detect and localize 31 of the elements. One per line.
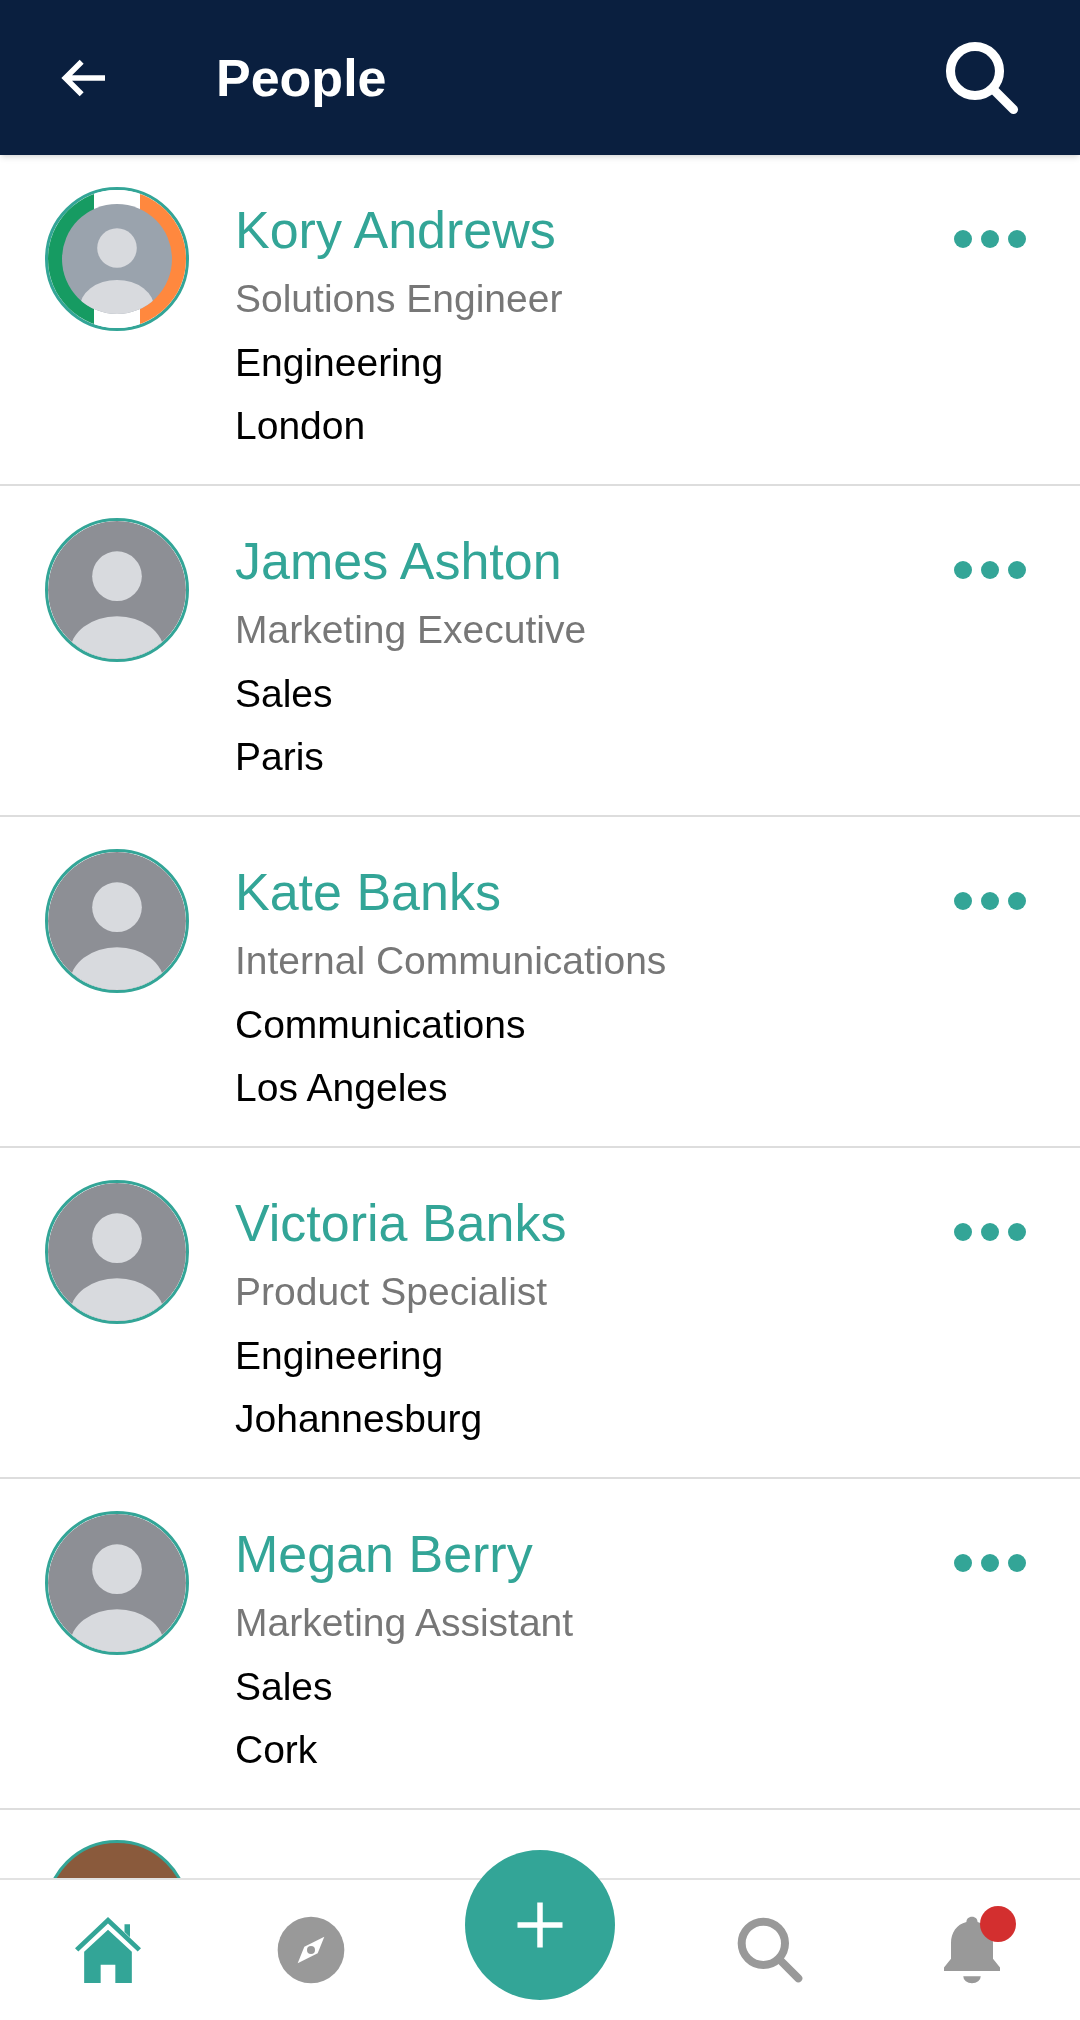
person-row[interactable]: Victoria Banks Product Specialist Engineering Johannesburg <box>0 1148 1080 1479</box>
department: Sales <box>235 671 334 717</box>
job-title: Marketing Assistant <box>235 1600 575 1646</box>
location: Cork <box>235 1727 319 1773</box>
person-name: James Ashton <box>235 531 563 592</box>
job-title: Product Specialist <box>235 1269 549 1315</box>
job-title: Internal Communications <box>235 938 668 984</box>
more-options-icon[interactable] <box>954 560 1026 580</box>
person-row[interactable]: Megan Berry Marketing Assistant Sales Cork <box>0 1479 1080 1810</box>
page-title: People <box>216 47 387 109</box>
person-name: Victoria Banks <box>235 1193 568 1254</box>
more-options-icon[interactable] <box>954 229 1026 249</box>
more-options-icon[interactable] <box>954 1222 1026 1242</box>
location: Los Angeles <box>235 1065 449 1111</box>
department: Engineering <box>235 340 445 386</box>
person-name: Kory Andrews <box>235 200 557 261</box>
job-title: Solutions Engineer <box>235 276 564 322</box>
department: Communications <box>235 1002 527 1048</box>
person-row[interactable]: Kate Banks Internal Communications Communications Los Angeles <box>0 817 1080 1148</box>
location: Paris <box>235 734 325 780</box>
more-options-icon[interactable] <box>954 891 1026 911</box>
person-row[interactable]: James Ashton Marketing Executive Sales Paris <box>0 486 1080 817</box>
job-title: Marketing Executive <box>235 607 588 653</box>
department: Sales <box>235 1664 334 1710</box>
location: Johannesburg <box>235 1396 484 1442</box>
location: London <box>235 403 367 449</box>
person-row[interactable]: Kory Andrews Solutions Engineer Engineering London <box>0 155 1080 486</box>
department: Engineering <box>235 1333 445 1379</box>
more-options-icon[interactable] <box>954 1553 1026 1573</box>
person-name: Megan Berry <box>235 1524 534 1585</box>
person-name: Kate Banks <box>235 862 502 923</box>
